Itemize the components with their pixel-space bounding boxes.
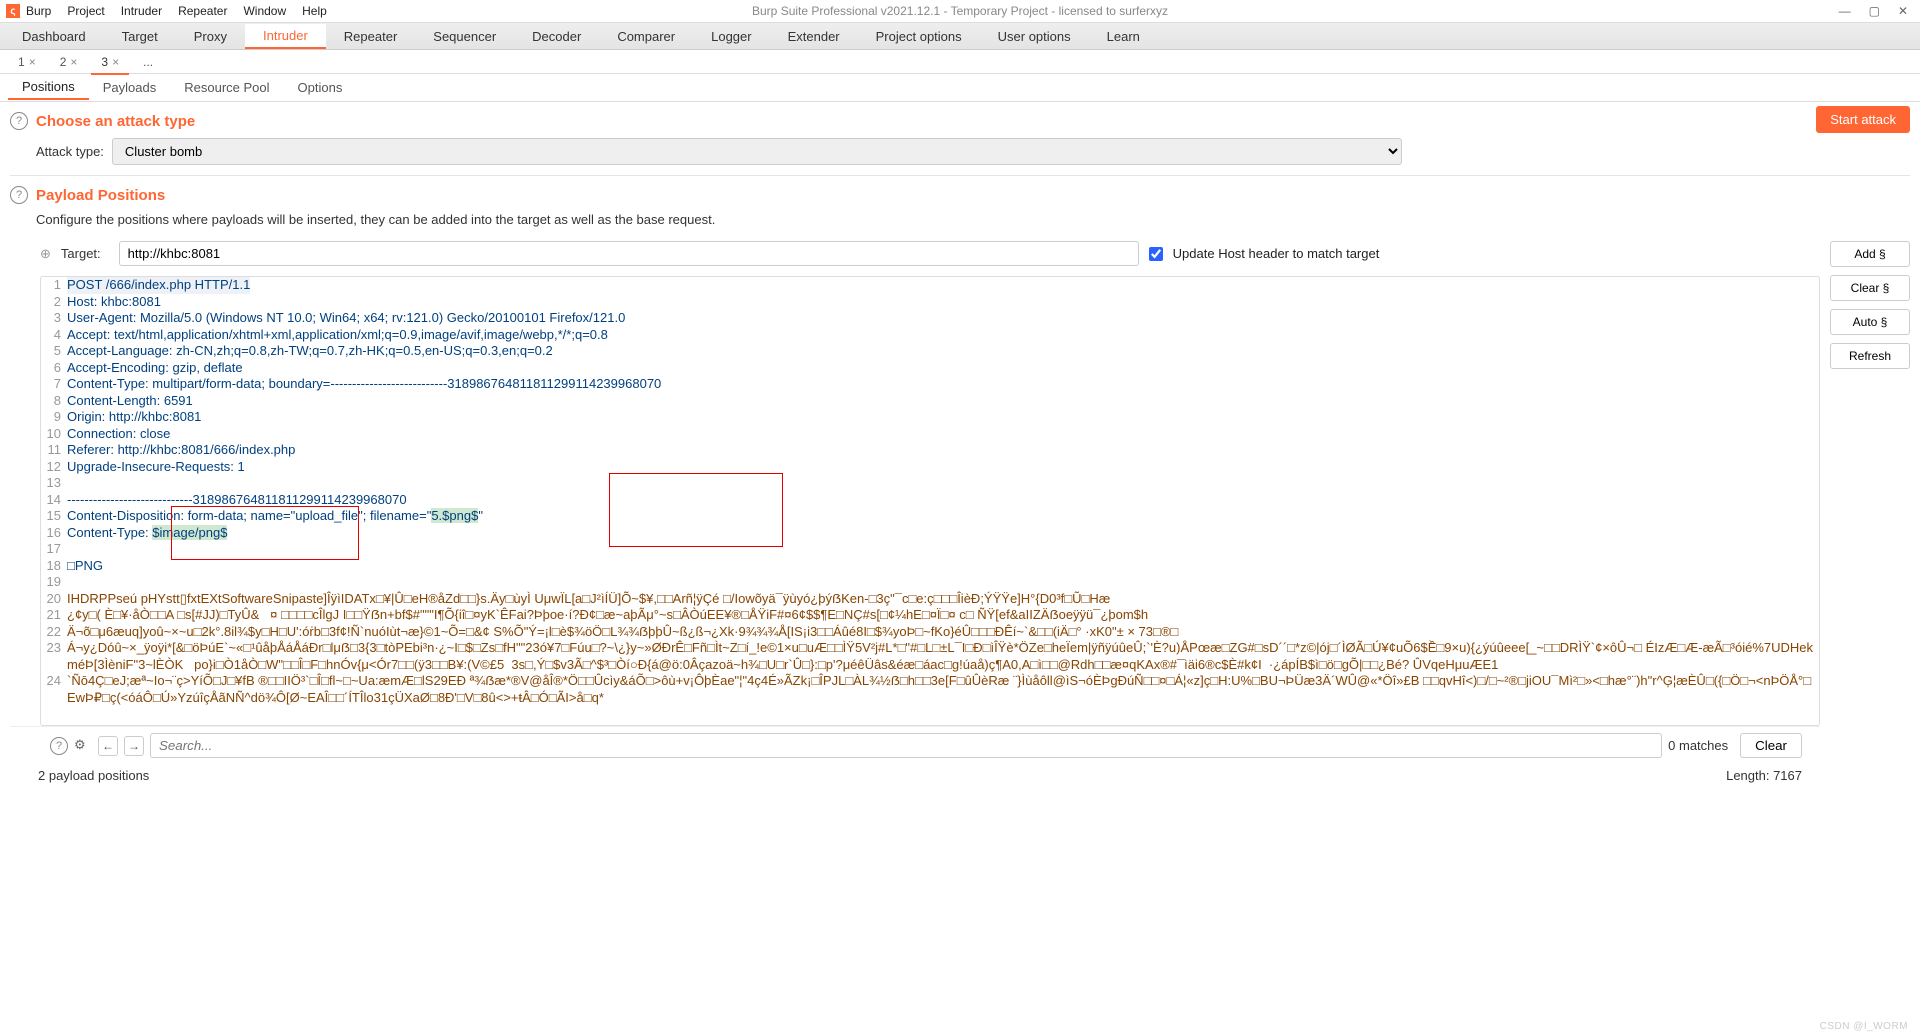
help-icon[interactable]: ? [10,112,28,130]
attack-tab-1[interactable]: 1× [8,53,46,71]
watermark: CSDN @I_WORM [1820,1021,1908,1032]
tab-sequencer[interactable]: Sequencer [415,25,514,48]
tab-dashboard[interactable]: Dashboard [4,25,104,48]
clear-positions-button[interactable]: Clear § [1830,275,1910,301]
search-input[interactable] [150,733,1662,758]
help-icon[interactable]: ? [50,737,68,755]
tab-decoder[interactable]: Decoder [514,25,599,48]
attack-tab-3[interactable]: 3× [91,53,129,71]
match-count: 0 matches [1668,738,1728,753]
refresh-button[interactable]: Refresh [1830,343,1910,369]
tab-proxy[interactable]: Proxy [176,25,245,48]
target-input[interactable] [119,241,1139,266]
add-position-button[interactable]: Add § [1830,241,1910,267]
section-positions[interactable]: Positions [8,75,89,100]
menu-burp[interactable]: Burp [26,4,51,18]
tab-user-options[interactable]: User options [980,25,1089,48]
tab-intruder[interactable]: Intruder [245,24,326,49]
section-resource-pool[interactable]: Resource Pool [170,76,283,99]
tab-learn[interactable]: Learn [1089,25,1158,48]
menu-project[interactable]: Project [67,4,104,18]
start-attack-button[interactable]: Start attack [1816,106,1910,133]
tab-logger[interactable]: Logger [693,25,769,48]
close-icon[interactable]: ✕ [1898,4,1908,18]
menu-intruder[interactable]: Intruder [121,4,162,18]
close-tab-icon[interactable]: × [29,55,36,69]
close-tab-icon[interactable]: × [112,55,119,69]
clear-search-button[interactable]: Clear [1740,733,1802,758]
attack-type-label: Attack type: [36,144,104,159]
request-editor[interactable]: 1POST /666/index.php HTTP/1.12Host: khbc… [40,276,1820,726]
attack-type-header: Choose an attack type [36,113,195,130]
position-buttons: Add § Clear § Auto § Refresh [1830,241,1910,793]
title-bar: ς Burp Project Intruder Repeater Window … [0,0,1920,22]
help-icon[interactable]: ? [10,186,28,204]
target-label: Target: [61,246,101,261]
section-payloads[interactable]: Payloads [89,76,170,99]
target-config-icon[interactable]: ⊕ [40,246,51,262]
payload-positions-description: Configure the positions where payloads w… [36,212,1910,227]
payload-positions-count: 2 payload positions [38,768,149,783]
menu-window[interactable]: Window [243,4,286,18]
menu-help[interactable]: Help [302,4,327,18]
tab-comparer[interactable]: Comparer [599,25,693,48]
attack-type-select[interactable]: Cluster bomb [112,138,1402,165]
update-host-label: Update Host header to match target [1173,246,1380,261]
attack-tab-more[interactable]: ... [133,53,163,71]
request-length: Length: 7167 [1726,768,1802,783]
menu-bar: Burp Project Intruder Repeater Window He… [26,4,327,18]
gear-icon[interactable]: ⚙ [74,737,92,755]
next-match-icon[interactable]: → [124,736,144,756]
intruder-attack-tabs: 1× 2× 3× ... [0,50,1920,74]
tab-repeater[interactable]: Repeater [326,25,415,48]
minimize-icon[interactable]: — [1839,4,1851,18]
tab-project-options[interactable]: Project options [858,25,980,48]
window-controls: — ▢ ✕ [1839,4,1920,18]
tab-target[interactable]: Target [104,25,176,48]
menu-repeater[interactable]: Repeater [178,4,227,18]
section-options[interactable]: Options [284,76,357,99]
main-tabs: Dashboard Target Proxy Intruder Repeater… [0,22,1920,50]
attack-tab-2[interactable]: 2× [50,53,88,71]
auto-positions-button[interactable]: Auto § [1830,309,1910,335]
close-tab-icon[interactable]: × [70,55,77,69]
maximize-icon[interactable]: ▢ [1869,4,1880,18]
intruder-section-tabs: Positions Payloads Resource Pool Options [0,74,1920,102]
update-host-checkbox[interactable] [1149,247,1163,261]
tab-extender[interactable]: Extender [770,25,858,48]
prev-match-icon[interactable]: ← [98,736,118,756]
payload-positions-header: Payload Positions [36,187,165,204]
app-logo-icon: ς [6,4,20,18]
window-title: Burp Suite Professional v2021.12.1 - Tem… [752,4,1168,18]
